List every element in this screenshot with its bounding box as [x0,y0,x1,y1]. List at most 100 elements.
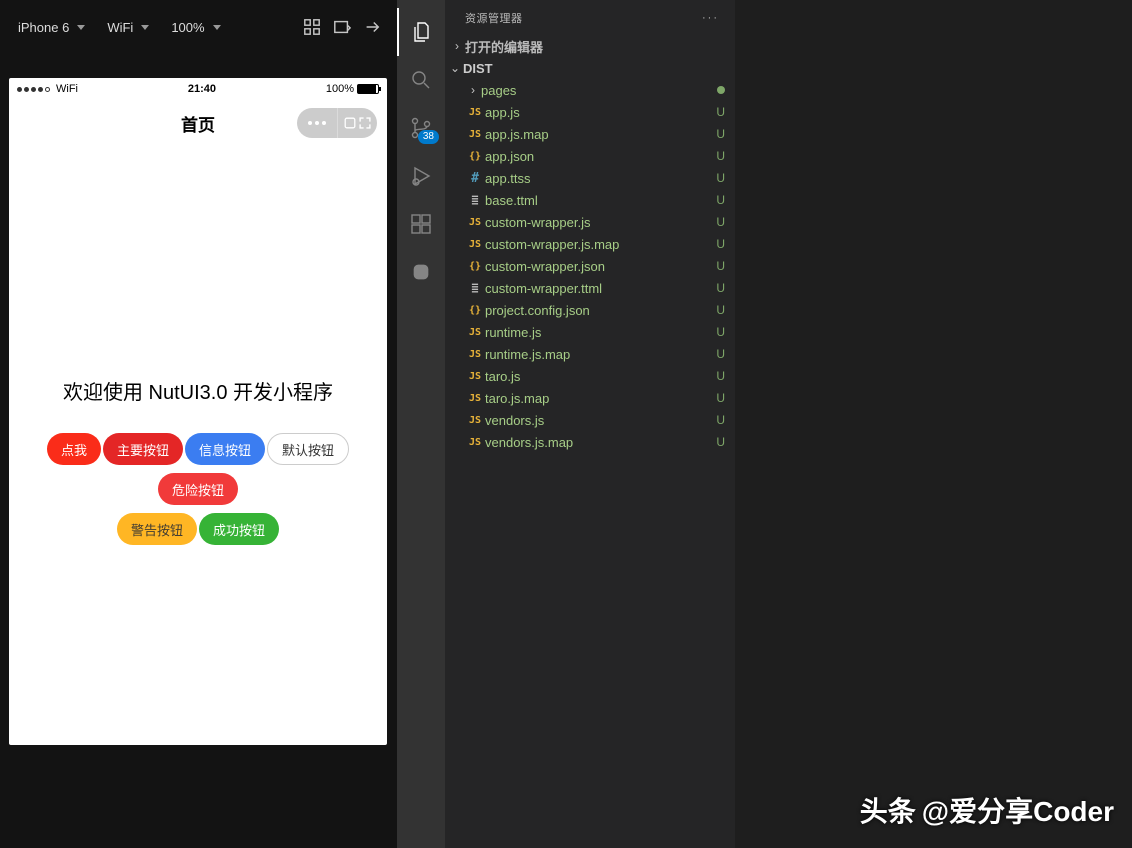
tree-file[interactable]: JSruntime.jsU [445,321,735,343]
tree-folder[interactable]: pages [445,79,735,101]
git-status: U [716,259,725,273]
scm-badge: 38 [418,130,439,144]
more-icon[interactable]: ··· [702,12,719,24]
play-icon [409,164,433,188]
file-label: app.ttss [485,171,716,186]
battery-group: 100% [326,83,379,95]
js-icon: JS [465,129,485,140]
file-label: taro.js.map [485,391,716,406]
demo-button-5[interactable]: 警告按钮 [117,513,197,545]
file-label: custom-wrapper.ttml [485,281,716,296]
file-label: custom-wrapper.js [485,215,716,230]
demo-button-1[interactable]: 主要按钮 [103,433,183,465]
js-icon: JS [465,393,485,404]
vscode: 38 资源管理器 ··· 打开的编辑器 DIST pagesJSapp.j [397,0,1132,848]
tree-file[interactable]: #app.ttssU [445,167,735,189]
tree-file[interactable]: JSapp.js.mapU [445,123,735,145]
file-label: project.config.json [485,303,716,318]
hash-icon: # [465,171,485,186]
tree-file[interactable]: ≣base.ttmlU [445,189,735,211]
capsule-close-button[interactable] [338,108,378,138]
activity-bar: 38 [397,0,445,848]
js-icon: JS [465,349,485,360]
activity-explorer[interactable] [397,8,445,56]
explorer-header: 资源管理器 ··· [445,0,735,35]
grid-icon[interactable] [303,18,321,36]
file-label: runtime.js [485,325,716,340]
git-status: U [716,303,725,317]
js-icon: JS [465,217,485,228]
snapshot-icon[interactable] [333,18,351,36]
git-status: U [716,281,725,295]
welcome-text: 欢迎使用 NutUI3.0 开发小程序 [9,376,387,405]
network-select[interactable]: WiFi [99,16,157,39]
carrier-label: WiFi [56,83,78,95]
activity-debug[interactable] [397,152,445,200]
phone-frame: WiFi 21:40 100% 首页 欢迎使用 NutUI3.0 开发小程序 点… [9,78,387,745]
file-label: app.json [485,149,716,164]
demo-button-3[interactable]: 默认按钮 [267,433,349,465]
forward-icon[interactable] [363,18,381,36]
capsule-menu-button[interactable] [297,108,338,138]
root-label: DIST [463,61,725,76]
open-editors-label: 打开的编辑器 [465,37,725,56]
git-status: U [716,149,725,163]
device-select[interactable]: iPhone 6 [10,16,93,39]
activity-extensions[interactable] [397,200,445,248]
rounded-square-icon [410,261,432,283]
js-icon: JS [465,107,485,118]
demo-button-4[interactable]: 危险按钮 [158,473,238,505]
git-status: U [716,369,725,383]
git-status: U [716,325,725,339]
activity-other[interactable] [397,248,445,296]
search-icon [409,68,433,92]
ellipsis-icon [308,121,326,125]
file-label: vendors.js [485,413,716,428]
file-label: vendors.js.map [485,435,716,450]
tree-file[interactable]: {}project.config.jsonU [445,299,735,321]
file-label: app.js [485,105,716,120]
tree-file[interactable]: JSapp.jsU [445,101,735,123]
demo-button-2[interactable]: 信息按钮 [185,433,265,465]
scale-select[interactable]: 100% [163,16,228,39]
git-status: U [716,413,725,427]
root-folder[interactable]: DIST [445,57,735,79]
extensions-icon [409,212,433,236]
status-bar: WiFi 21:40 100% [9,78,387,100]
demo-button-6[interactable]: 成功按钮 [199,513,279,545]
file-label: custom-wrapper.json [485,259,716,274]
page-title: 首页 [181,111,215,136]
tree-file[interactable]: JStaro.js.mapU [445,387,735,409]
git-status: U [716,347,725,361]
git-status: U [716,105,725,119]
activity-scm[interactable]: 38 [397,104,445,152]
tree-file[interactable]: {}custom-wrapper.jsonU [445,255,735,277]
demo-button-0[interactable]: 点我 [47,433,101,465]
js-icon: JS [465,239,485,250]
file-label: pages [481,83,717,98]
device-label: iPhone 6 [18,20,69,35]
js-icon: JS [465,327,485,338]
tree-file[interactable]: JScustom-wrapper.js.mapU [445,233,735,255]
clock: 21:40 [78,83,326,95]
ttml-icon: ≣ [465,193,485,207]
tree-file[interactable]: ≣custom-wrapper.ttmlU [445,277,735,299]
open-editors-section[interactable]: 打开的编辑器 [445,35,735,57]
git-status: U [716,127,725,141]
tree-file[interactable]: JStaro.jsU [445,365,735,387]
simulator-panel: iPhone 6 WiFi 100% WiFi 21:40 100% 首页 [0,0,397,848]
tree-file[interactable]: JSruntime.js.mapU [445,343,735,365]
git-status: U [716,171,725,185]
git-status-dot [717,86,725,94]
button-row: 点我主要按钮信息按钮默认按钮危险按钮警告按钮成功按钮 [9,429,387,549]
tree-file[interactable]: {}app.jsonU [445,145,735,167]
tree-file[interactable]: JSvendors.js.mapU [445,431,735,453]
json-icon: {} [465,305,485,316]
file-label: app.js.map [485,127,716,142]
page-body: 欢迎使用 NutUI3.0 开发小程序 点我主要按钮信息按钮默认按钮危险按钮警告… [9,146,387,549]
tree-file[interactable]: JScustom-wrapper.jsU [445,211,735,233]
watermark-handle: @爱分享Coder [922,790,1114,830]
git-status: U [716,193,725,207]
activity-search[interactable] [397,56,445,104]
tree-file[interactable]: JSvendors.jsU [445,409,735,431]
